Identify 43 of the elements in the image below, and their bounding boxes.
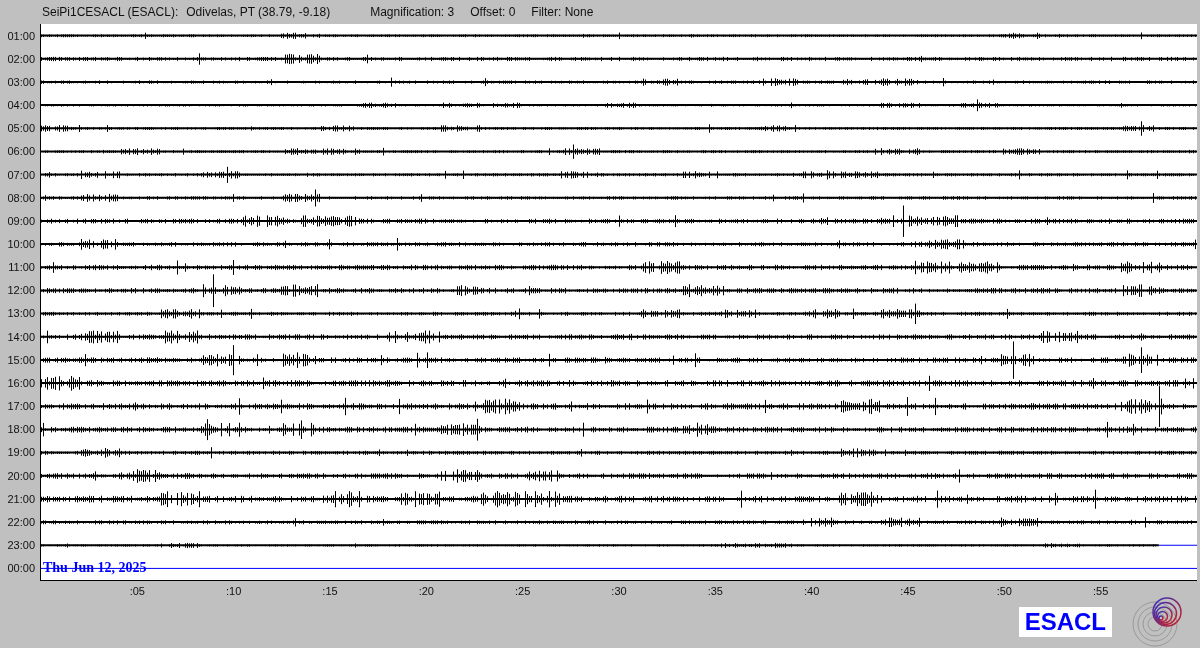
hour-label: 14:00	[7, 330, 36, 343]
hour-label: 17:00	[7, 400, 36, 413]
hour-label: 11:00	[8, 261, 36, 274]
minute-tick-label: :50	[996, 585, 1012, 597]
hour-label: 12:00	[7, 284, 36, 297]
station-location: Odivelas, PT (38.79, -9.18)	[186, 5, 331, 19]
minute-tick-label: :35	[707, 585, 723, 597]
hour-label: 16:00	[7, 376, 36, 389]
station-logo: ESACL	[1018, 607, 1112, 637]
hour-label: 13:00	[7, 307, 36, 320]
minute-tick-label: :40	[804, 585, 820, 597]
minute-tick-label: :15	[322, 585, 338, 597]
hour-label: 22:00	[7, 515, 36, 528]
minute-tick-label: :05	[129, 585, 145, 597]
magnification-label: Magnification: 3	[370, 5, 455, 19]
hour-label: 10:00	[7, 238, 36, 250]
hour-label: 02:00	[7, 52, 36, 65]
hour-label: 08:00	[7, 191, 36, 204]
minute-tick-label: :20	[418, 585, 434, 597]
time-marker-line	[1158, 544, 1197, 546]
hour-label: 15:00	[7, 353, 36, 366]
hour-label: 05:00	[7, 122, 36, 135]
hour-label: 03:00	[7, 75, 36, 88]
hour-label: 00:00	[7, 562, 36, 575]
hour-label: 01:00	[7, 29, 36, 42]
offset-label: Offset: 0	[470, 5, 516, 19]
minute-tick-label: :45	[900, 585, 916, 597]
hour-label: 23:00	[7, 539, 36, 551]
minute-tick-label: :55	[1093, 585, 1109, 597]
station-name: SeiPi1CESACL (ESACL):	[42, 5, 179, 19]
minute-tick-label: :10	[226, 585, 242, 597]
minute-tick-label: :25	[515, 585, 531, 597]
seismic-rings-logo-icon	[1132, 597, 1184, 647]
filter-label: Filter: None	[531, 5, 594, 19]
hour-label: 04:00	[7, 99, 36, 112]
hour-label: 09:00	[7, 214, 36, 227]
hour-label: 20:00	[7, 469, 36, 482]
hour-label: 07:00	[7, 168, 36, 181]
hour-label: 21:00	[7, 492, 36, 505]
hour-label: 06:00	[7, 145, 36, 158]
hour-label: 18:00	[7, 423, 36, 436]
minute-tick-label: :30	[611, 585, 627, 597]
hour-label: 19:00	[7, 446, 36, 459]
